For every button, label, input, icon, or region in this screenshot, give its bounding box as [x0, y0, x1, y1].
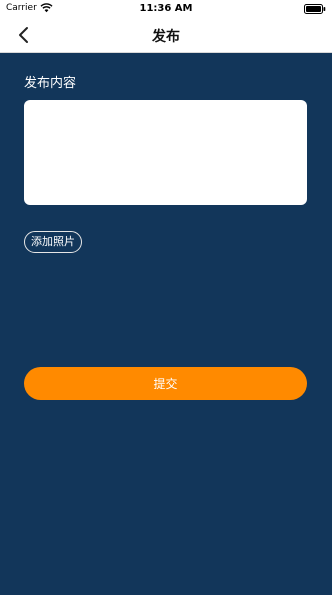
navigation-bar: 发布 [0, 18, 332, 53]
battery-icon [304, 4, 326, 14]
content-textarea[interactable] [24, 100, 307, 205]
content-label: 发布内容 [24, 76, 77, 91]
add-photo-button[interactable]: 添加照片 [24, 231, 82, 253]
submit-button[interactable]: 提交 [24, 367, 307, 400]
page-title: 发布 [152, 29, 180, 45]
status-bar: Carrier 11:36 AM [0, 0, 332, 18]
status-time: 11:36 AM [139, 3, 193, 14]
